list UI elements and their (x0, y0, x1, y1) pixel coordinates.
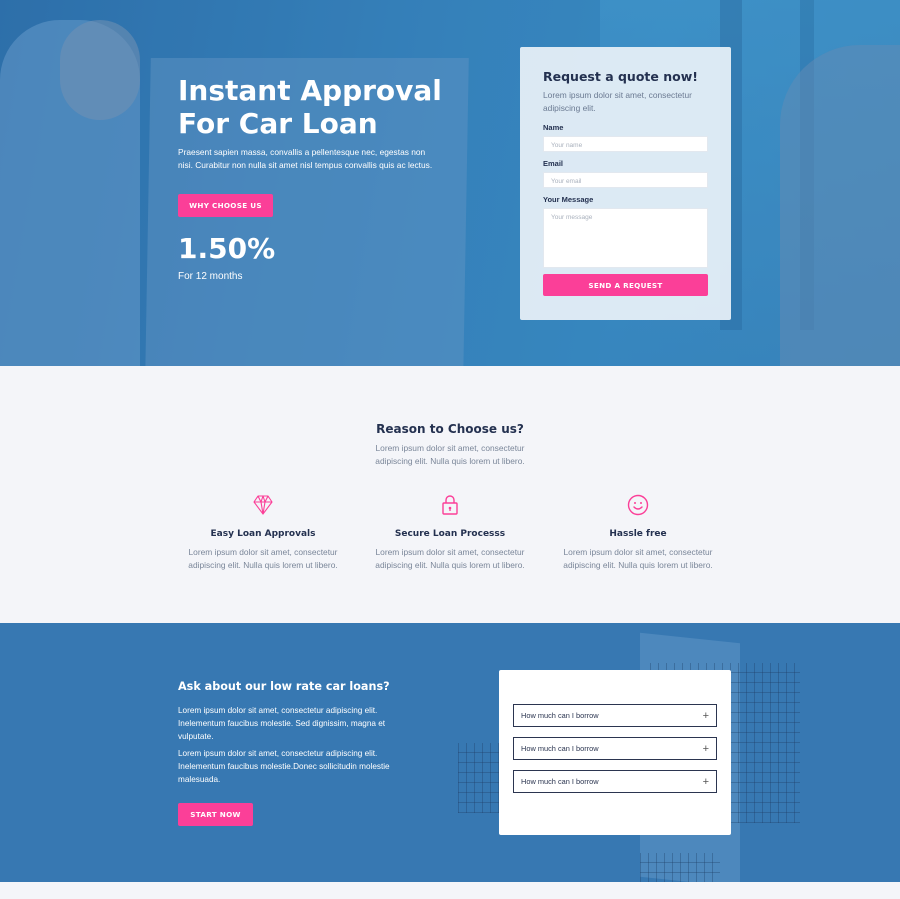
diamond-icon (253, 495, 273, 515)
lock-icon (442, 495, 458, 515)
feature-easy-loan: Easy Loan Approvals Lorem ipsum dolor si… (183, 493, 343, 572)
hero-description: Praesent sapien massa, convallis a pelle… (178, 147, 433, 170)
quote-form-title: Request a quote now! (543, 69, 698, 84)
loan-paragraph: Lorem ipsum dolor sit amet, consectetur … (178, 706, 386, 741)
reasons-title: Reason to Choose us? (376, 422, 524, 436)
why-choose-us-button[interactable]: Why choose us (178, 194, 273, 217)
loan-section: Ask about our low rate car loans? Lorem … (0, 623, 900, 882)
email-field[interactable]: Your email (543, 172, 708, 188)
building-windows-image (458, 743, 500, 813)
plus-icon: + (702, 709, 709, 722)
faq-question: How much can I borrow (521, 711, 599, 720)
faq-item[interactable]: How much can I borrow + (513, 737, 717, 760)
hero-blue-overlay (0, 0, 900, 366)
feature-text: Lorem ipsum dolor sit amet, consectetur … (563, 547, 713, 570)
quote-form-subtitle: Lorem ipsum dolor sit amet, consectetur … (543, 90, 692, 113)
reasons-lead: Lorem ipsum dolor sit amet, consectetur … (375, 443, 525, 466)
feature-text: Lorem ipsum dolor sit amet, consectetur … (188, 547, 338, 570)
email-label: Email (543, 159, 564, 168)
loan-paragraph: Lorem ipsum dolor sit amet, consectetur … (178, 749, 390, 784)
feature-text: Lorem ipsum dolor sit amet, consectetur … (375, 547, 525, 570)
footer-strip (0, 882, 900, 899)
feature-title: Hassle free (609, 529, 667, 539)
hero-rate: 1.50% (178, 232, 276, 265)
send-request-button[interactable]: Send a request (543, 274, 708, 296)
smile-icon (627, 494, 649, 516)
loan-title: Ask about our low rate car loans? (178, 680, 390, 693)
faq-question: How much can I borrow (521, 777, 599, 786)
reasons-section: Reason to Choose us? Lorem ipsum dolor s… (0, 366, 900, 623)
feature-title: Easy Loan Approvals (210, 529, 316, 539)
quote-form: Request a quote now! Lorem ipsum dolor s… (520, 47, 731, 320)
feature-title: Secure Loan Processs (394, 529, 506, 539)
message-textarea[interactable]: Your message (543, 208, 708, 268)
feature-secure-loan: Secure Loan Processs Lorem ipsum dolor s… (370, 493, 530, 572)
name-field[interactable]: Your name (543, 136, 708, 152)
name-label: Name (543, 123, 564, 132)
plus-icon: + (702, 742, 709, 755)
hero-rate-subtitle: For 12 months (178, 271, 243, 282)
hero-section: Instant Approval For Car Loan Praesent s… (0, 0, 900, 366)
hero-title: Instant Approval For Car Loan (178, 74, 442, 140)
building-windows-image (640, 853, 720, 882)
message-label: Your Message (543, 195, 594, 204)
faq-item[interactable]: How much can I borrow + (513, 770, 717, 793)
faq-panel: How much can I borrow + How much can I b… (499, 670, 731, 835)
faq-question: How much can I borrow (521, 744, 599, 753)
start-now-button[interactable]: Start now (178, 803, 253, 826)
faq-item[interactable]: How much can I borrow + (513, 704, 717, 727)
plus-icon: + (702, 775, 709, 788)
feature-hassle-free: Hassle free Lorem ipsum dolor sit amet, … (558, 493, 718, 572)
